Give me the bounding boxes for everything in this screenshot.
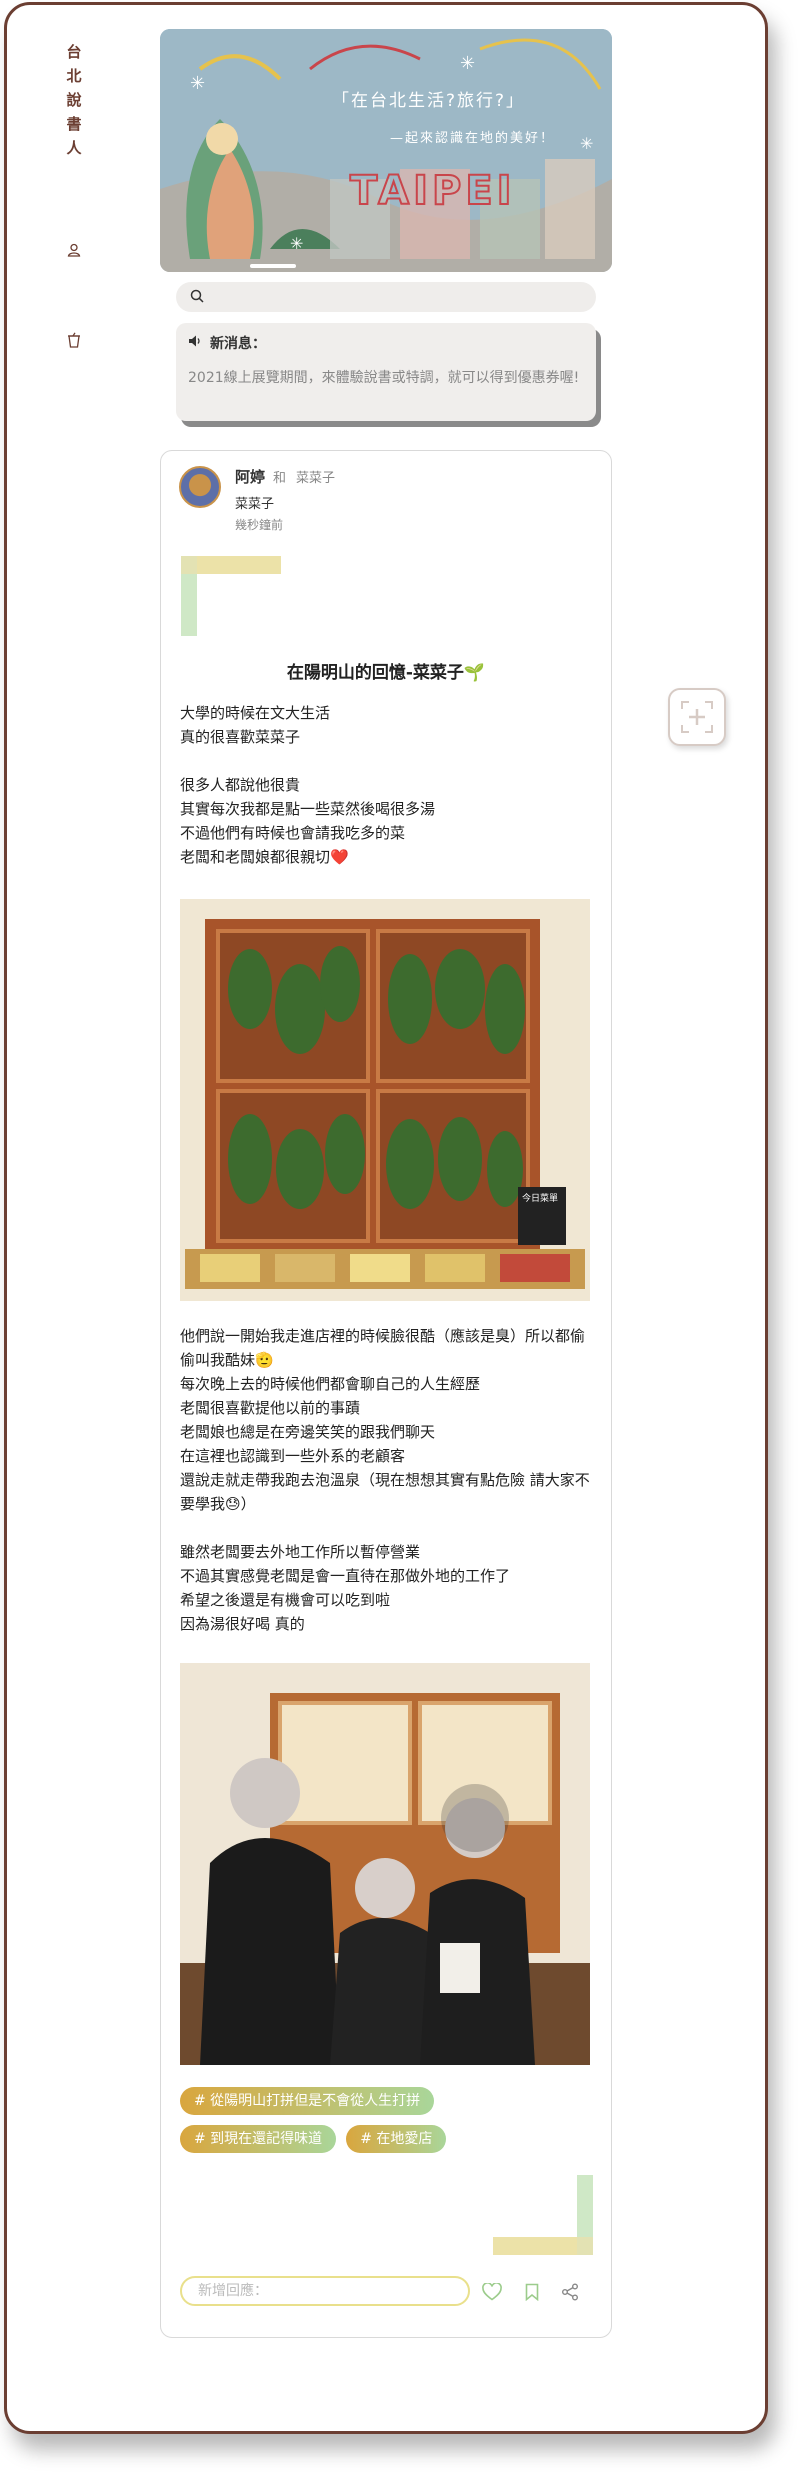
hero-banner[interactable]: TAIPEI ✳ ✳ ✳ ✳ 「在台北生活?旅行?」 —起來認識在地的美好！	[160, 29, 612, 272]
post-title: 在陽明山的回憶-菜菜子🌱	[286, 663, 486, 683]
heart-icon[interactable]	[481, 2281, 503, 2303]
carousel-indicator[interactable]	[250, 264, 296, 268]
brand-char: 台	[66, 43, 82, 61]
corner-decoration-bottom	[493, 2175, 593, 2255]
search-bar[interactable]	[176, 282, 596, 312]
post-tags: # 從陽明山打拼但是不會從人生打拼 # 到現在還記得味道 # 在地愛店	[180, 2087, 600, 2163]
comment-box[interactable]	[180, 2276, 470, 2306]
hashtag[interactable]: # 在地愛店	[346, 2125, 447, 2153]
post-photo-group[interactable]	[180, 1663, 590, 2065]
post-paragraph-2: 他們說一開始我走進店裡的時候臉很酷（應該是臭）所以都偷偷叫我酷妹🫡 每次晚上去的…	[180, 1327, 590, 1633]
svg-text:✳: ✳	[580, 134, 593, 153]
post-paragraph-1: 大學的時候在文大生活 真的很喜歡菜菜子 很多人都說他很貴 其實每次我都是點一些菜…	[180, 704, 436, 866]
comment-input[interactable]	[196, 2282, 460, 2300]
hashtag[interactable]: # 到現在還記得味道	[180, 2125, 337, 2153]
news-body: 2021線上展覽期間，來體驗說書或特調，就可以得到優惠券喔!	[188, 370, 580, 386]
user-icon[interactable]	[64, 240, 84, 260]
add-icon	[681, 701, 713, 733]
news-title: 新消息：	[210, 336, 266, 352]
news-header: 新消息：	[188, 333, 584, 353]
svg-text:✳: ✳	[190, 73, 205, 94]
brand-char: 人	[66, 139, 82, 157]
add-post-button[interactable]	[668, 688, 726, 746]
corner-decoration-top	[181, 556, 281, 636]
author-info: 阿婷和菜菜子 菜菜子 幾秒鐘前	[235, 466, 335, 533]
search-icon[interactable]	[190, 288, 204, 307]
banner-illustration: TAIPEI ✳ ✳ ✳ ✳	[160, 29, 612, 272]
svg-text:✳: ✳	[290, 234, 303, 253]
avatar[interactable]	[179, 466, 221, 508]
author-name[interactable]: 阿婷	[235, 468, 265, 486]
tagged-user[interactable]: 菜菜子	[296, 471, 335, 486]
news-panel: 新消息： 2021線上展覽期間，來體驗說書或特調，就可以得到優惠券喔!	[176, 323, 596, 421]
bookmark-icon[interactable]	[521, 2281, 543, 2303]
menu-sign-text: 今日菜單	[522, 1192, 558, 1204]
svg-text:TAIPEI: TAIPEI	[350, 168, 516, 214]
post-place[interactable]: 菜菜子	[235, 493, 335, 512]
post-author-row: 阿婷和菜菜子 菜菜子 幾秒鐘前	[179, 466, 335, 533]
cup-icon[interactable]	[64, 330, 84, 350]
speaker-icon	[188, 334, 202, 352]
brand-char: 北	[66, 67, 82, 85]
with-label: 和	[273, 471, 287, 486]
share-icon[interactable]	[559, 2281, 581, 2303]
search-input[interactable]	[212, 288, 576, 306]
brand-title[interactable]: 台 北 說 書 人	[62, 40, 86, 160]
author-line: 阿婷和菜菜子	[235, 466, 335, 487]
hashtag[interactable]: # 從陽明山打拼但是不會從人生打拼	[180, 2087, 435, 2115]
svg-text:✳: ✳	[460, 53, 475, 74]
post-timestamp: 幾秒鐘前	[235, 518, 284, 532]
brand-char: 書	[66, 115, 82, 133]
post-photo-herb-shelf[interactable]: 今日菜單	[180, 899, 590, 1301]
banner-subline: —起來認識在地的美好！	[390, 131, 556, 146]
post-card: 阿婷和菜菜子 菜菜子 幾秒鐘前 在陽明山的回憶-菜菜子🌱 大學的時候在文大生活 …	[160, 450, 612, 2338]
brand-char: 說	[66, 91, 82, 109]
banner-headline: 「在台北生活?旅行?」	[332, 91, 526, 111]
